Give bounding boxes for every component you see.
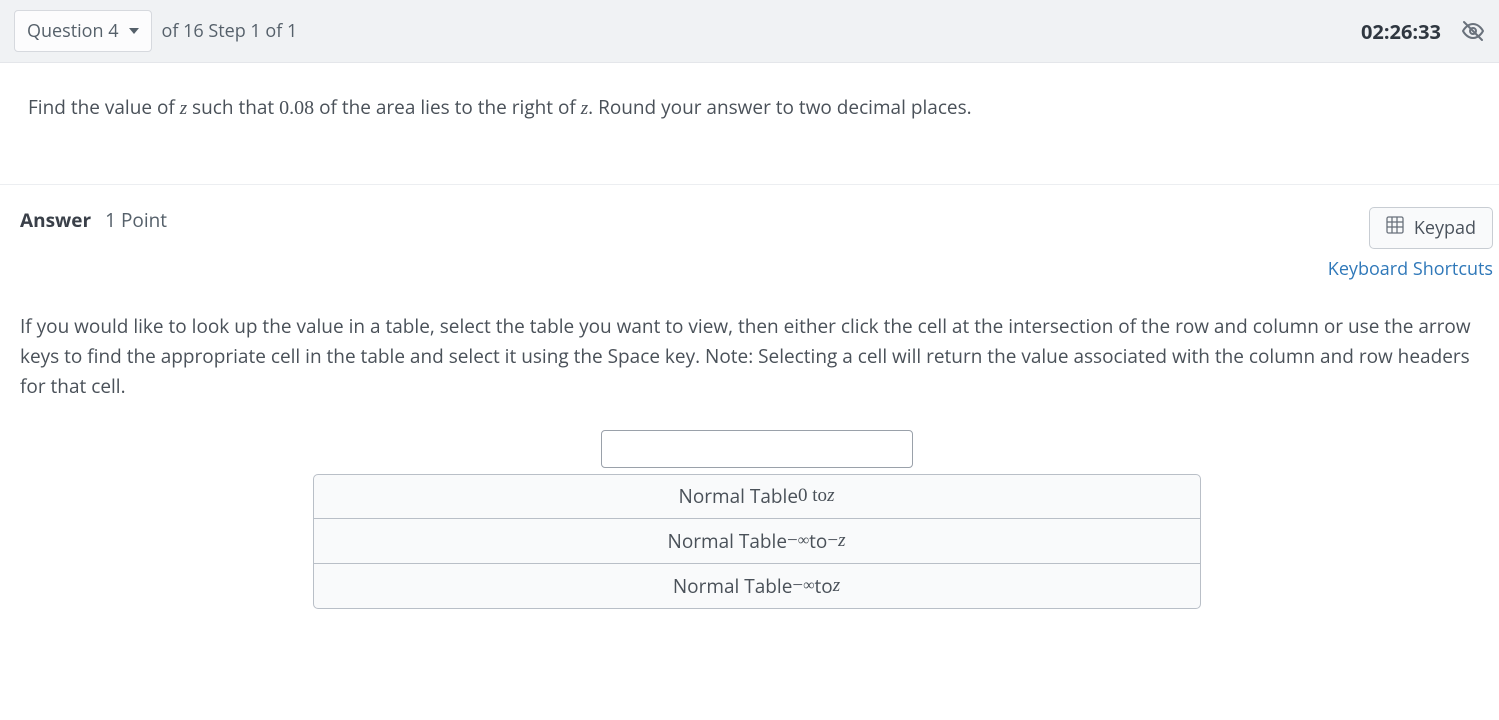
step-indicator: of 16 Step 1 of 1 xyxy=(162,19,298,43)
eye-off-icon[interactable] xyxy=(1461,19,1485,43)
normal-table-neginf-to-z[interactable]: Normal Table −∞ to z xyxy=(313,564,1201,609)
keypad-label: Keypad xyxy=(1414,216,1476,240)
question-dropdown[interactable]: Question 4 xyxy=(14,10,152,52)
keypad-button[interactable]: Keypad xyxy=(1369,207,1493,249)
question-text: Find the value of z such that 0.08 of th… xyxy=(0,63,1499,185)
question-label: Question 4 xyxy=(27,19,119,43)
normal-table-neginf-to-negz[interactable]: Normal Table −∞ to −z xyxy=(313,519,1201,564)
timer: 02:26:33 xyxy=(1361,18,1441,45)
answer-header: Answer 1 Point Keypad Keyboard Shortcuts xyxy=(20,207,1493,281)
keyboard-shortcuts-link[interactable]: Keyboard Shortcuts xyxy=(1328,257,1493,281)
answer-label: Answer xyxy=(20,207,91,233)
table-instructions: If you would like to look up the value i… xyxy=(20,311,1493,402)
points-label: 1 Point xyxy=(105,207,167,233)
chevron-down-icon xyxy=(129,28,139,34)
keypad-icon xyxy=(1386,216,1404,240)
question-header: Question 4 of 16 Step 1 of 1 02:26:33 xyxy=(0,0,1499,63)
normal-table-0-to-z[interactable]: Normal Table 0 to z xyxy=(313,474,1201,519)
table-buttons: Normal Table 0 to z Normal Table −∞ to −… xyxy=(313,474,1201,609)
answer-section: Answer 1 Point Keypad Keyboard Shortcuts… xyxy=(0,185,1499,639)
answer-input[interactable] xyxy=(601,430,913,468)
